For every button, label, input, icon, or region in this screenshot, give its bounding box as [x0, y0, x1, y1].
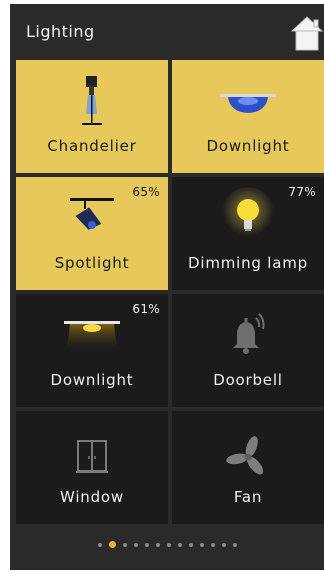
page-dot[interactable] [122, 542, 127, 547]
pagination-bar [10, 525, 324, 570]
tile-window[interactable]: Window [16, 411, 168, 524]
page-dot[interactable] [155, 542, 160, 547]
spotlight-icon [70, 198, 114, 230]
home-button[interactable] [290, 14, 324, 54]
downlight-icon [220, 94, 276, 113]
device-grid: Chandelier Downlight 65% Spotlight 77% D… [16, 60, 324, 525]
page-dot[interactable] [133, 542, 138, 547]
home-icon [290, 16, 324, 51]
fan-icon [226, 436, 264, 475]
page-dot[interactable] [188, 542, 193, 547]
tile-label: Spotlight [54, 254, 130, 272]
tile-chandelier[interactable]: Chandelier [16, 60, 168, 173]
tile-dimming-lamp[interactable]: 77% Dimming lamp [172, 177, 324, 290]
page-dot[interactable] [210, 542, 215, 547]
page-indicator [10, 541, 324, 548]
header: Lighting [10, 4, 324, 60]
bulb-icon [222, 187, 274, 239]
page-dot[interactable] [144, 542, 149, 547]
tile-doorbell[interactable]: Doorbell [172, 294, 324, 407]
tile-label: Doorbell [213, 371, 283, 389]
page-dot[interactable] [199, 542, 204, 547]
chandelier-icon [82, 76, 102, 125]
page-dot[interactable] [97, 542, 102, 547]
page-dot[interactable] [166, 542, 171, 547]
tile-label: Dimming lamp [188, 254, 308, 272]
tile-fan[interactable]: Fan [172, 411, 324, 524]
tile-spotlight[interactable]: 65% Spotlight [16, 177, 168, 290]
window-icon [76, 440, 108, 473]
page-dot-active[interactable] [108, 541, 116, 548]
tile-label: Downlight [206, 137, 290, 155]
tile-label: Downlight [50, 371, 134, 389]
tile-downlight[interactable]: Downlight [172, 60, 324, 173]
page-title: Lighting [26, 22, 95, 41]
page-dot[interactable] [221, 542, 226, 547]
tile-label: Window [60, 488, 124, 506]
downlight-glow-icon [64, 321, 120, 354]
lighting-panel: Lighting Chandelier Downlight 65% Spotli… [10, 4, 324, 570]
tile-label: Chandelier [47, 137, 137, 155]
page-dot[interactable] [177, 542, 182, 547]
tile-label: Fan [233, 488, 263, 506]
tile-downlight-2[interactable]: 61% Downlight [16, 294, 168, 407]
page-dot[interactable] [232, 542, 237, 547]
bell-icon [233, 313, 265, 354]
